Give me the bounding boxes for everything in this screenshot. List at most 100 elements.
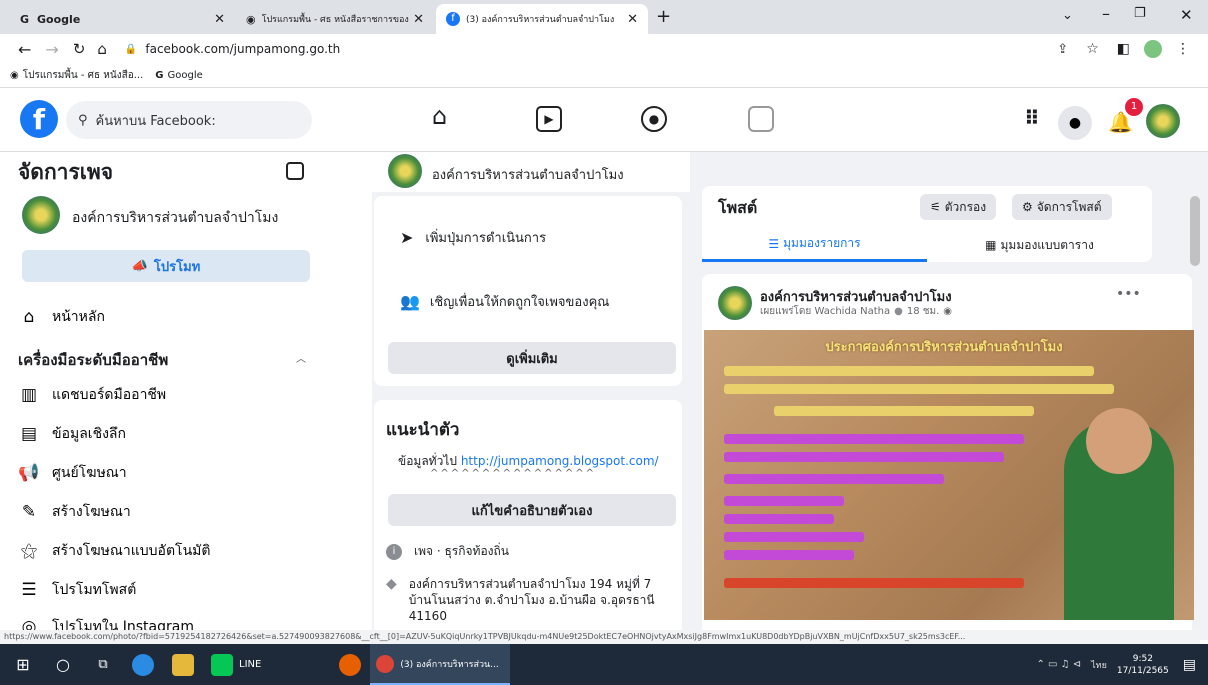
tab-google[interactable]: G Google ✕ — [10, 4, 235, 34]
sidebar-icon[interactable]: ◧ — [1117, 41, 1130, 57]
poster-text-line — [774, 406, 1034, 416]
forward-icon[interactable]: → — [45, 40, 58, 59]
menu-grid-icon[interactable]: ⠿ — [1024, 106, 1040, 130]
windows-start-icon[interactable]: ⊞ — [12, 654, 34, 676]
account-avatar[interactable] — [1146, 104, 1180, 138]
poster-text-line — [724, 578, 1024, 588]
back-icon[interactable]: ← — [18, 40, 31, 59]
close-icon[interactable]: ✕ — [627, 12, 638, 27]
sidebar-item-promote-post[interactable]: ☰ โปรโมทโพสต์ — [18, 575, 136, 605]
page-avatar[interactable] — [388, 154, 422, 188]
manage-posts-button[interactable]: ⚙ จัดการโพสต์ — [1012, 194, 1112, 220]
page-name[interactable]: องค์การบริหารส่วนตำบลจำปาโมง — [72, 207, 278, 229]
tab-search-icon[interactable]: ⌄ — [1062, 8, 1073, 23]
location-icon: ◆ — [386, 576, 397, 592]
megaphone-icon: 📣 — [131, 258, 148, 274]
google-icon: G — [20, 12, 30, 26]
scrollbar-thumb[interactable] — [1190, 196, 1200, 266]
post-image[interactable]: ประกาศองค์การบริหารส่วนตำบลจำปาโมง — [704, 330, 1194, 620]
menu-kebab-icon[interactable]: ⋮ — [1176, 41, 1190, 57]
chevron-up-icon[interactable]: ︿ — [296, 350, 306, 365]
see-more-button[interactable]: ดูเพิ่มเติม — [388, 342, 676, 374]
pencil-icon: ✎ — [21, 502, 37, 522]
chrome-taskbar-item[interactable]: (3) องค์การบริหารส่วน... — [370, 644, 511, 685]
promote-button[interactable]: 📣 โปรโมท — [22, 250, 310, 282]
bookmark-item[interactable]: Google — [168, 70, 203, 81]
section-title: เครื่องมือระดับมืออาชีพ — [18, 351, 169, 369]
line-app[interactable]: LINE — [203, 644, 269, 685]
intro-link[interactable]: http://jumpamong.blogspot.com/ — [461, 454, 659, 468]
globe-icon: ◉ — [246, 12, 256, 26]
gaming-nav-icon[interactable] — [748, 106, 774, 132]
invite-friends-button[interactable]: 👥 เชิญเพื่อนให้กดถูกใจเพจของคุณ — [386, 280, 670, 322]
firefox-icon[interactable] — [339, 653, 362, 676]
sidebar-item-home[interactable]: ⌂ หน้าหลัก — [18, 302, 105, 332]
posts-title: โพสต์ — [718, 198, 758, 217]
edit-bio-button[interactable]: แก้ไขคำอธิบายตัวเอง — [388, 494, 676, 526]
post-options-icon[interactable]: ••• — [1116, 286, 1141, 302]
people-icon: 👥 — [400, 291, 420, 311]
minimize-icon[interactable]: – — [1102, 4, 1110, 23]
person-face — [1086, 408, 1152, 474]
google-icon: G — [155, 70, 164, 81]
lock-icon[interactable]: 🔒 — [125, 44, 137, 55]
filter-icon: ⚟ — [930, 200, 941, 214]
home-nav-icon[interactable]: ⌂ — [432, 102, 447, 130]
taskbar: ⊞ ○ ⧉ LINE (3) องค์การบริหารส่วน... ⌃ ▭ … — [0, 644, 1208, 685]
tab-grid-view[interactable]: ▦ มุมมองแบบตาราง — [927, 228, 1152, 262]
close-icon[interactable]: ✕ — [413, 12, 424, 27]
category-row: i เพจ · ธุรกิจท้องถิ่น — [386, 542, 509, 561]
reload-icon[interactable]: ↻ — [73, 40, 86, 58]
bookmark-star-icon[interactable]: ☆ — [1086, 41, 1099, 57]
notification-center-icon[interactable]: ▤ — [1183, 657, 1196, 673]
sidebar-item-create-ad[interactable]: ✎ สร้างโฆษณา — [18, 497, 131, 527]
tab-facebook[interactable]: f (3) องค์การบริหารส่วนตำบลจำปาโมง ✕ — [436, 4, 648, 34]
poster-text-line — [724, 532, 864, 542]
clock-time: 9:52 — [1132, 653, 1153, 664]
edge-icon[interactable] — [132, 653, 154, 676]
sidebar-item-label: สร้างโฆษณาแบบอัตโนมัติ — [52, 543, 211, 559]
search-icon[interactable]: ○ — [52, 654, 74, 676]
messenger-icon[interactable]: ● — [1058, 106, 1092, 140]
page-header-name[interactable]: องค์การบริหารส่วนตำบลจำปาโมง — [432, 164, 624, 185]
tray-icons[interactable]: ⌃ ▭ ♫ ⊲ — [1036, 659, 1081, 670]
filter-button[interactable]: ⚟ ตัวกรอง — [920, 194, 997, 220]
sidebar-item-dashboard[interactable]: ▥ แดชบอร์ดมืออาชีพ — [18, 380, 166, 410]
video-nav-icon[interactable]: ▶ — [536, 106, 562, 132]
poster-text-line — [724, 474, 944, 484]
close-icon[interactable]: ✕ — [214, 12, 225, 27]
file-explorer-icon[interactable] — [172, 653, 194, 676]
profile-avatar[interactable] — [1144, 40, 1162, 58]
tab-school[interactable]: ◉ โปรแกรมพื้น - ศธ หนังสือราชการของ ✕ — [236, 4, 434, 34]
collapse-panel-icon[interactable] — [286, 162, 304, 180]
search-placeholder: ค้นหาบน Facebook: — [95, 113, 216, 129]
window-close-icon[interactable]: ✕ — [1180, 6, 1193, 24]
task-view-icon[interactable]: ⧉ — [92, 654, 114, 676]
facebook-logo-icon[interactable]: f — [20, 100, 58, 138]
sidebar-item-label: สร้างโฆษณา — [52, 504, 131, 520]
sidebar-item-insights[interactable]: ▤ ข้อมูลเชิงลึก — [18, 419, 126, 449]
language-indicator[interactable]: ไทย — [1091, 658, 1107, 672]
home-icon: ⌂ — [23, 307, 35, 327]
facebook-icon: f — [446, 12, 460, 26]
post-author-avatar[interactable] — [718, 286, 752, 320]
bookmark-item[interactable]: โปรแกรมพื้น - ศธ หนังสือ... — [23, 68, 144, 83]
groups-nav-icon[interactable]: ● — [641, 106, 667, 132]
new-tab-button[interactable]: + — [656, 6, 671, 27]
post-time[interactable]: 18 ชม. — [907, 304, 939, 319]
maximize-icon[interactable]: ❐ — [1134, 6, 1146, 21]
url-field[interactable]: facebook.com/jumpamong.go.th — [145, 42, 340, 56]
tab-list-view[interactable]: ☰ มุมมองรายการ — [702, 228, 927, 262]
tab-label: มุมมองรายการ — [783, 236, 861, 250]
sidebar-item-ad-center[interactable]: 📢 ศูนย์โฆษณา — [18, 458, 126, 488]
clock[interactable]: 9:52 17/11/2565 — [1117, 653, 1169, 677]
tab-label: โปรแกรมพื้น - ศธ หนังสือราชการของ — [261, 15, 409, 25]
page-avatar[interactable] — [22, 196, 60, 234]
poster-text-line — [724, 366, 1094, 376]
sidebar-item-auto-ad[interactable]: ⚝ สร้างโฆษณาแบบอัตโนมัติ — [18, 536, 211, 566]
promote-post-icon: ☰ — [21, 580, 37, 600]
add-action-button[interactable]: ➤ เพิ่มปุ่มการดำเนินการ — [386, 216, 670, 258]
share-icon[interactable]: ⇪ — [1057, 42, 1068, 57]
home-icon[interactable]: ⌂ — [97, 40, 107, 58]
search-input[interactable]: ⚲ ค้นหาบน Facebook: — [66, 101, 312, 139]
